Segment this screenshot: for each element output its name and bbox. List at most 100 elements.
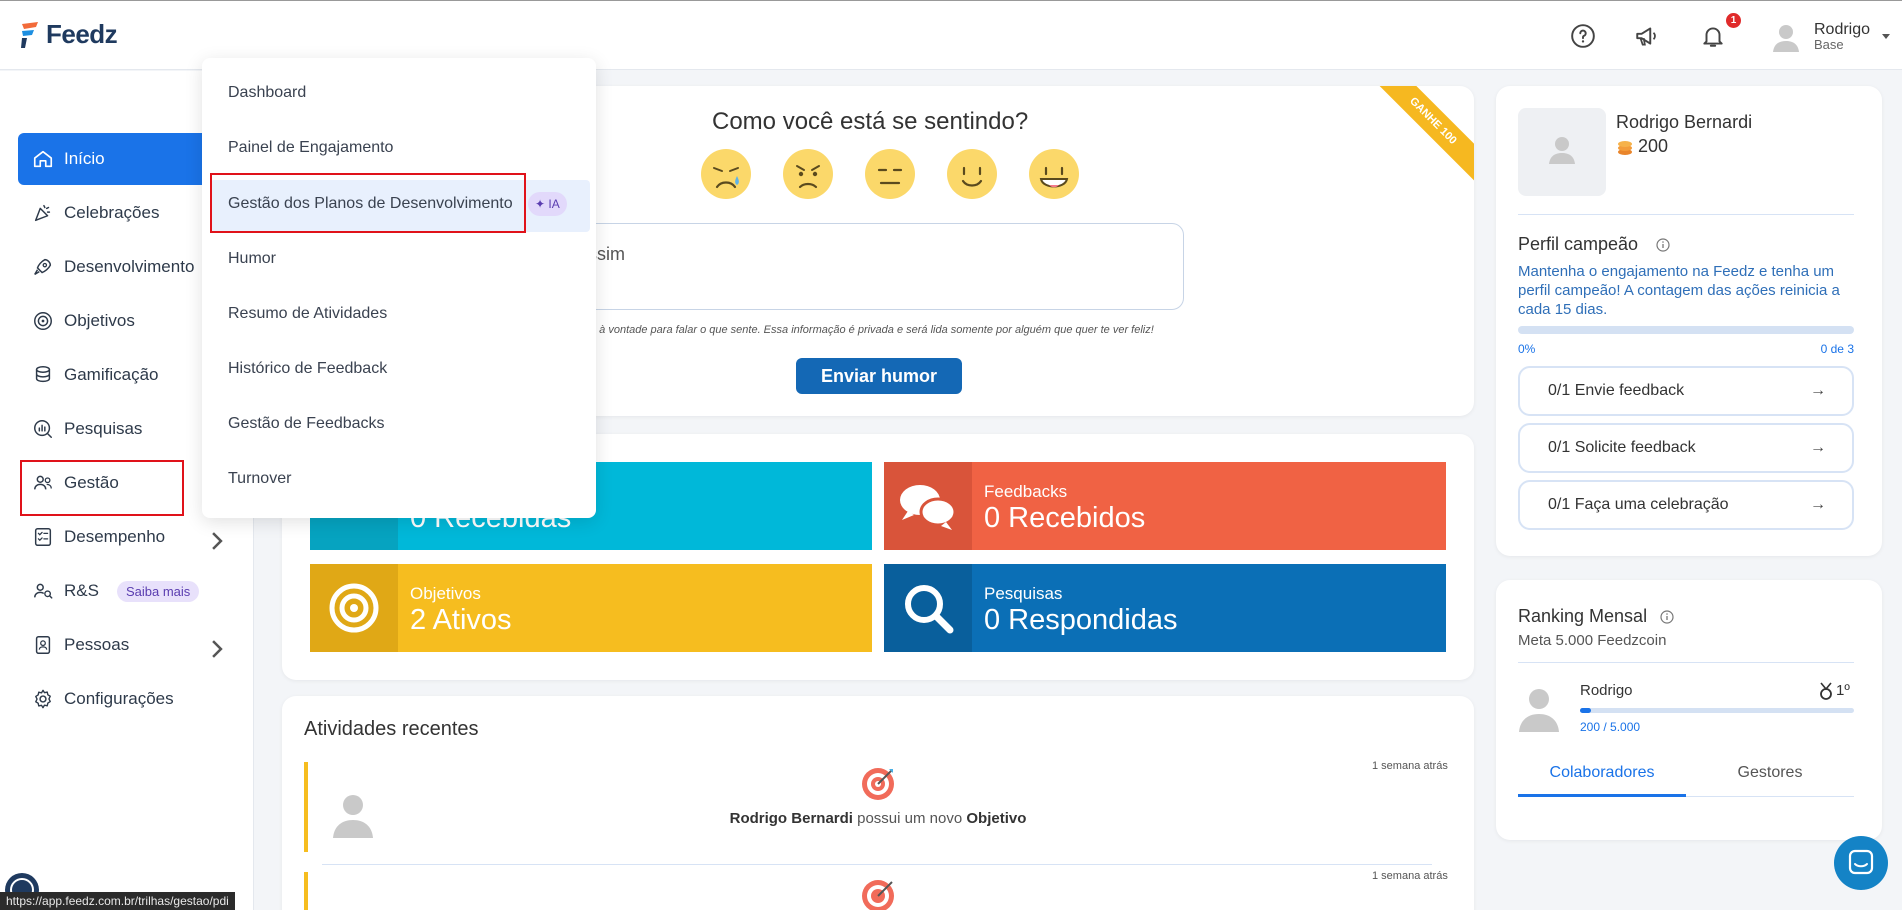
tab-active-indicator — [1518, 794, 1686, 797]
tab-gestores[interactable]: Gestores — [1686, 764, 1854, 782]
feedz-logo[interactable]: Feedz — [18, 19, 118, 50]
activity-object: Objetivo — [966, 810, 1027, 827]
reward-ribbon: GANHE 100 — [1370, 86, 1474, 184]
survey-chart-icon — [34, 420, 52, 438]
activity-actor[interactable]: Rodrigo Bernardi — [730, 810, 853, 827]
ranking-title: Ranking Mensal — [1518, 606, 1648, 626]
tile-label: Pesquisas — [984, 584, 1063, 603]
rocket-icon — [34, 258, 52, 275]
sidebar-item-label: Pesquisas — [64, 419, 143, 438]
ranking-progress-bar — [1580, 708, 1854, 713]
sidebar-item-rs[interactable]: R&S Saiba mais — [18, 565, 254, 617]
search-icon — [905, 585, 954, 634]
feedz-logo-icon — [21, 22, 38, 48]
neutral-face-icon[interactable] — [864, 148, 916, 200]
sidebar-item-pessoas[interactable]: Pessoas — [18, 619, 254, 671]
menu-item-resumo-atividades[interactable]: Resumo de Atividades — [228, 305, 387, 323]
challenge-solicite-feedback[interactable]: 0/1 Solicite feedback → — [1518, 423, 1854, 473]
info-icon[interactable] — [1656, 238, 1670, 252]
highlight-gestao-pdi — [210, 173, 526, 233]
sidebar-item-label: R&S — [64, 581, 99, 600]
sidebar-item-label: Desempenho — [64, 527, 166, 546]
sidebar-item-configuracoes[interactable]: Configurações — [18, 673, 254, 725]
divider — [1518, 214, 1854, 215]
profile-card: Rodrigo Bernardi 200 Perfil campeão Mant… — [1496, 86, 1882, 556]
tile-pesquisas[interactable]: Pesquisas 0 Respondidas — [884, 564, 1446, 652]
progress-count: 0 de 3 — [1820, 342, 1854, 356]
activity-accent-bar — [304, 762, 308, 852]
tile-icon-box — [884, 462, 972, 550]
sidebar-item-inicio[interactable]: Início — [18, 133, 208, 185]
sidebar-item-label: Gamificação — [64, 365, 159, 384]
champion-title: Perfil campeão — [1518, 234, 1639, 254]
arrow-right-icon: → — [1810, 496, 1826, 513]
chevron-down-icon[interactable] — [1882, 34, 1890, 39]
tile-objetivos[interactable]: Objetivos 2 Ativos — [310, 564, 872, 652]
send-mood-button[interactable]: Enviar humor — [796, 358, 962, 394]
ranking-goal: Meta 5.000 Feedzcoin — [1518, 632, 1667, 649]
champion-description: Mantenha o engajamento na Feedz e tenha … — [1518, 263, 1840, 318]
ia-badge: ✦ IA — [528, 192, 567, 216]
home-icon — [33, 150, 53, 168]
tile-label: Feedbacks — [984, 482, 1068, 501]
activity-verb: possui um novo — [857, 810, 963, 827]
bell-icon[interactable] — [1700, 23, 1726, 49]
sidebar-item-label: Desenvolvimento — [64, 257, 195, 276]
coins-icon — [1618, 141, 1632, 155]
sidebar-item-label: Pessoas — [64, 635, 130, 654]
ranking-progress-fill — [1580, 708, 1591, 713]
tile-value: 2 Ativos — [410, 604, 512, 636]
target-icon — [34, 312, 52, 330]
menu-item-gestao-feedbacks[interactable]: Gestão de Feedbacks — [228, 415, 385, 433]
activity-time: 1 semana atrás — [1372, 870, 1448, 882]
menu-item-turnover[interactable]: Turnover — [228, 470, 291, 488]
tile-label: Objetivos — [410, 584, 481, 603]
sidebar-item-desempenho[interactable]: Desempenho — [18, 511, 254, 563]
target-dart-icon — [862, 880, 894, 910]
champion-progress-bar — [1518, 326, 1854, 334]
profile-avatar[interactable] — [1518, 108, 1606, 196]
ranking-card: Ranking Mensal Meta 5.000 Feedzcoin Rodr… — [1496, 580, 1882, 840]
challenge-celebracao[interactable]: 0/1 Faça uma celebração → — [1518, 480, 1854, 530]
arrow-right-icon: → — [1810, 439, 1826, 456]
megaphone-icon[interactable] — [1634, 23, 1660, 49]
menu-item-historico-feedback[interactable]: Histórico de Feedback — [228, 360, 387, 378]
ranking-progress-text: 200 / 5.000 — [1580, 720, 1641, 734]
challenge-label: 0/1 Faça uma celebração — [1548, 496, 1729, 513]
challenge-envie-feedback[interactable]: 0/1 Envie feedback → — [1518, 366, 1854, 416]
target-dart-icon — [862, 768, 894, 800]
tile-feedbacks[interactable]: Feedbacks 0 Recebidos — [884, 462, 1446, 550]
chevron-right-icon — [212, 532, 223, 550]
sidebar-item-label: Configurações — [64, 689, 174, 708]
recent-activities-card: Atividades recentes 1 semana atrás Rodri… — [282, 696, 1474, 910]
header-user-name: Rodrigo — [1814, 21, 1871, 38]
info-icon[interactable] — [1660, 610, 1674, 624]
profile-name: Rodrigo Bernardi — [1616, 112, 1753, 132]
tile-value: 0 Respondidas — [984, 604, 1178, 636]
saiba-mais-badge[interactable]: Saiba mais — [116, 580, 200, 602]
avatar-icon — [1519, 689, 1559, 732]
arrow-right-icon: → — [1810, 382, 1826, 399]
tile-icon-box — [884, 564, 972, 652]
ranking-user: Rodrigo — [1580, 682, 1633, 699]
sad-face-icon[interactable] — [782, 148, 834, 200]
ranking-position: 1º — [1836, 682, 1850, 699]
recruitment-icon — [34, 583, 53, 599]
menu-item-painel-engajamento[interactable]: Painel de Engajamento — [228, 139, 393, 157]
user-menu[interactable]: Rodrigo Base — [1770, 21, 1870, 53]
tab-colaboradores[interactable]: Colaboradores — [1518, 764, 1686, 782]
menu-item-dashboard[interactable]: Dashboard — [228, 84, 306, 102]
status-bar-url: https://app.feedz.com.br/trilhas/gestao/… — [0, 892, 235, 910]
menu-item-humor[interactable]: Humor — [228, 250, 276, 268]
help-icon[interactable] — [1570, 23, 1596, 49]
crying-face-icon[interactable] — [700, 148, 752, 200]
happy-face-icon[interactable] — [1028, 148, 1080, 200]
party-popper-icon — [34, 204, 51, 222]
activity-divider — [322, 864, 1432, 865]
chat-support-button[interactable] — [1834, 836, 1888, 890]
mood-privacy-note: e à vontade para falar o que sente. Essa… — [590, 324, 1154, 336]
chat-bubbles-icon — [900, 485, 957, 530]
smile-face-icon[interactable] — [946, 148, 998, 200]
logo-text: Feedz — [46, 19, 118, 49]
divider — [1518, 662, 1854, 663]
